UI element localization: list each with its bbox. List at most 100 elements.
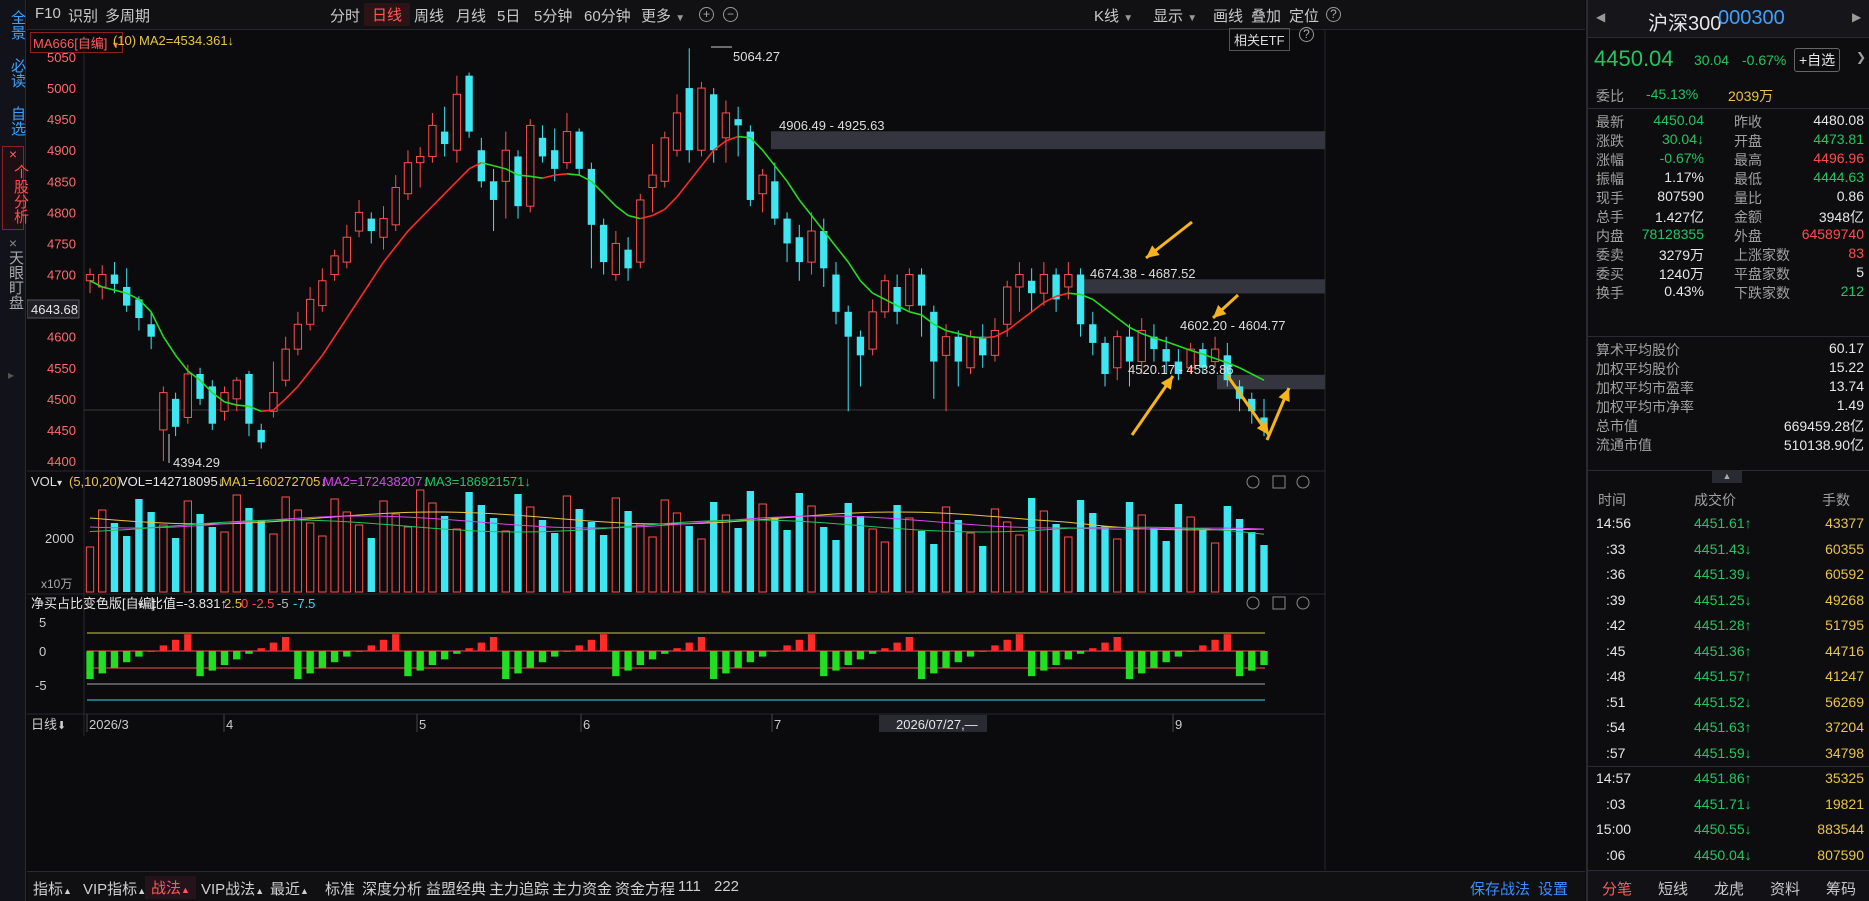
rail-item-watchlist[interactable]: 自选 — [0, 102, 26, 140]
net-buy-bar — [868, 651, 877, 654]
settings-button[interactable]: 设置 — [1538, 878, 1568, 899]
candle-body — [354, 211, 364, 232]
tab-classic[interactable]: 益盟经典 — [426, 878, 486, 899]
quote-tab[interactable]: 筹码 — [1826, 878, 1856, 899]
collapse-up-icon[interactable]: ▲ — [1712, 471, 1742, 483]
tick-time: :57 — [1606, 744, 1626, 761]
ma-segment — [1116, 317, 1130, 329]
ma-segment — [676, 180, 690, 198]
vol-title[interactable]: VOL — [31, 474, 57, 489]
tab-daily[interactable]: 日线 — [364, 3, 411, 26]
kline-label: K线 — [1094, 8, 1120, 25]
settings-icon[interactable] — [1272, 596, 1286, 610]
display-menu[interactable]: 显示 ▼ — [1153, 5, 1197, 26]
collapse-panel-icon[interactable]: ❯ — [1856, 50, 1866, 64]
zoom-in-icon[interactable]: + — [699, 7, 714, 22]
chevron-down-icon: ▼ — [675, 13, 686, 24]
candle-body — [330, 255, 339, 276]
tab-main-tracking[interactable]: 主力追踪 — [489, 878, 549, 899]
net-buy-bar — [820, 651, 828, 677]
field-value: 4473.81 — [1813, 131, 1864, 147]
candle-body — [1089, 324, 1097, 343]
identify-button[interactable]: 识别 — [68, 5, 98, 26]
net-buy-title[interactable]: 净买占比变色版[自编] — [31, 596, 155, 611]
zoom-out-icon[interactable]: − — [723, 7, 738, 22]
quote-tab[interactable]: 分笔 — [1602, 878, 1632, 899]
ma-segment — [652, 208, 666, 217]
volume-bar — [220, 531, 229, 593]
download-icon[interactable]: ⬇ — [57, 720, 66, 732]
help-icon[interactable] — [1246, 475, 1260, 489]
rail-item-stock-analysis[interactable]: 个股分析 — [3, 161, 29, 227]
net-buy-bar — [795, 639, 803, 651]
recent-menu[interactable]: 最近▲ — [270, 878, 309, 899]
tab-5min[interactable]: 5分钟 — [534, 5, 572, 26]
volume-bar — [342, 511, 351, 593]
tab-weekly[interactable]: 周线 — [414, 5, 444, 26]
date-axis-mode[interactable]: 日线 — [31, 717, 57, 732]
tick-time: :06 — [1606, 846, 1626, 863]
net-buy-bar — [1186, 651, 1195, 652]
ticks-header: 时间 成交价 手数 — [1588, 486, 1869, 512]
tick-row: :54 4451.63↑ 37204 — [1596, 718, 1864, 739]
draw-line-button[interactable]: 画线 — [1213, 5, 1243, 26]
candle-body — [856, 336, 865, 356]
rail-item-eye-watch[interactable]: 天眼盯盘 — [2, 250, 24, 310]
quote-tab[interactable]: 资料 — [1770, 878, 1800, 899]
prev-stock-icon[interactable]: ◀ — [1596, 10, 1605, 24]
indicator-menu[interactable]: 指标▲ — [33, 878, 72, 899]
rail-close-icon[interactable]: × — [3, 147, 23, 161]
net-buy-bar — [86, 651, 94, 679]
help-icon[interactable]: ? — [1326, 7, 1341, 22]
tab-5day[interactable]: 5日 — [497, 5, 520, 26]
f10-button[interactable]: F10 — [35, 5, 61, 22]
kline-chart[interactable]: 5050 5000 4950 4900 4850 4800 4750 4700 4 6 5 0 4600… — [27, 30, 1585, 870]
quote-tab[interactable]: 短线 — [1658, 878, 1688, 899]
rail-item-must-read[interactable]: 必读 — [0, 54, 26, 92]
volume-bar — [465, 492, 473, 592]
net-buy-bar — [1235, 651, 1244, 677]
close-icon[interactable] — [1296, 596, 1310, 610]
rail-item-eye-watch-box[interactable]: × 天眼盯盘 — [2, 236, 24, 312]
quote-tabs: 分笔 短线 龙虎 资料 筹码 — [1588, 870, 1869, 901]
candle-series — [85, 48, 1268, 461]
rail-item-overview[interactable]: 全景 — [0, 6, 26, 44]
tab-intraday[interactable]: 分时 — [330, 5, 360, 26]
vip-indicator-menu[interactable]: VIP指标▲ — [83, 878, 146, 899]
close-icon[interactable] — [1296, 475, 1310, 489]
tab-fund-equation[interactable]: 资金方程 — [615, 878, 675, 899]
tab-more[interactable]: 更多 ▼ — [641, 5, 685, 26]
save-strategy-button[interactable]: 保存战法 — [1470, 878, 1530, 899]
tab-111[interactable]: 111 — [678, 878, 701, 895]
locate-button[interactable]: 定位 — [1289, 5, 1319, 26]
kline-menu[interactable]: K线 ▼ — [1094, 5, 1133, 26]
help-icon[interactable] — [1246, 596, 1260, 610]
stat-value: 510138.90亿 — [1783, 437, 1864, 453]
add-watchlist-button[interactable]: +自选 — [1794, 48, 1841, 72]
ma-segment — [1092, 298, 1106, 310]
volume-bar — [966, 532, 975, 593]
multi-period-button[interactable]: 多周期 — [105, 5, 150, 26]
price-axis-label: 4600 — [47, 330, 76, 345]
vol-value: VOL=142718095↓ — [119, 474, 224, 489]
net-buy-bar — [648, 651, 657, 660]
collapse-bar[interactable]: ▲ — [1588, 470, 1869, 486]
quote-tab[interactable]: 龙虎 — [1714, 878, 1744, 899]
volume-bar — [159, 524, 168, 593]
strategy-menu[interactable]: 战法▲ — [145, 876, 196, 899]
rail-close-icon-2[interactable]: × — [2, 236, 24, 250]
next-stock-icon[interactable]: ▶ — [1852, 10, 1861, 24]
rail-item-stock-analysis-box[interactable]: × 个股分析 — [2, 146, 29, 230]
vip-strategy-menu[interactable]: VIP战法▲ — [201, 878, 264, 899]
volume-bar — [489, 518, 498, 592]
tab-60min[interactable]: 60分钟 — [584, 5, 631, 26]
tab-monthly[interactable]: 月线 — [456, 5, 486, 26]
tab-222[interactable]: 222 — [714, 878, 739, 895]
tab-main-funds[interactable]: 主力资金 — [552, 878, 612, 899]
zone-band-1 — [771, 131, 1325, 150]
rail-collapse-icon[interactable]: ▸ — [8, 368, 14, 382]
tab-standard[interactable]: 标准 — [325, 878, 355, 899]
overlay-button[interactable]: 叠加 — [1251, 5, 1281, 26]
tab-deep-analysis[interactable]: 深度分析 — [362, 878, 422, 899]
settings-icon[interactable] — [1272, 475, 1286, 489]
